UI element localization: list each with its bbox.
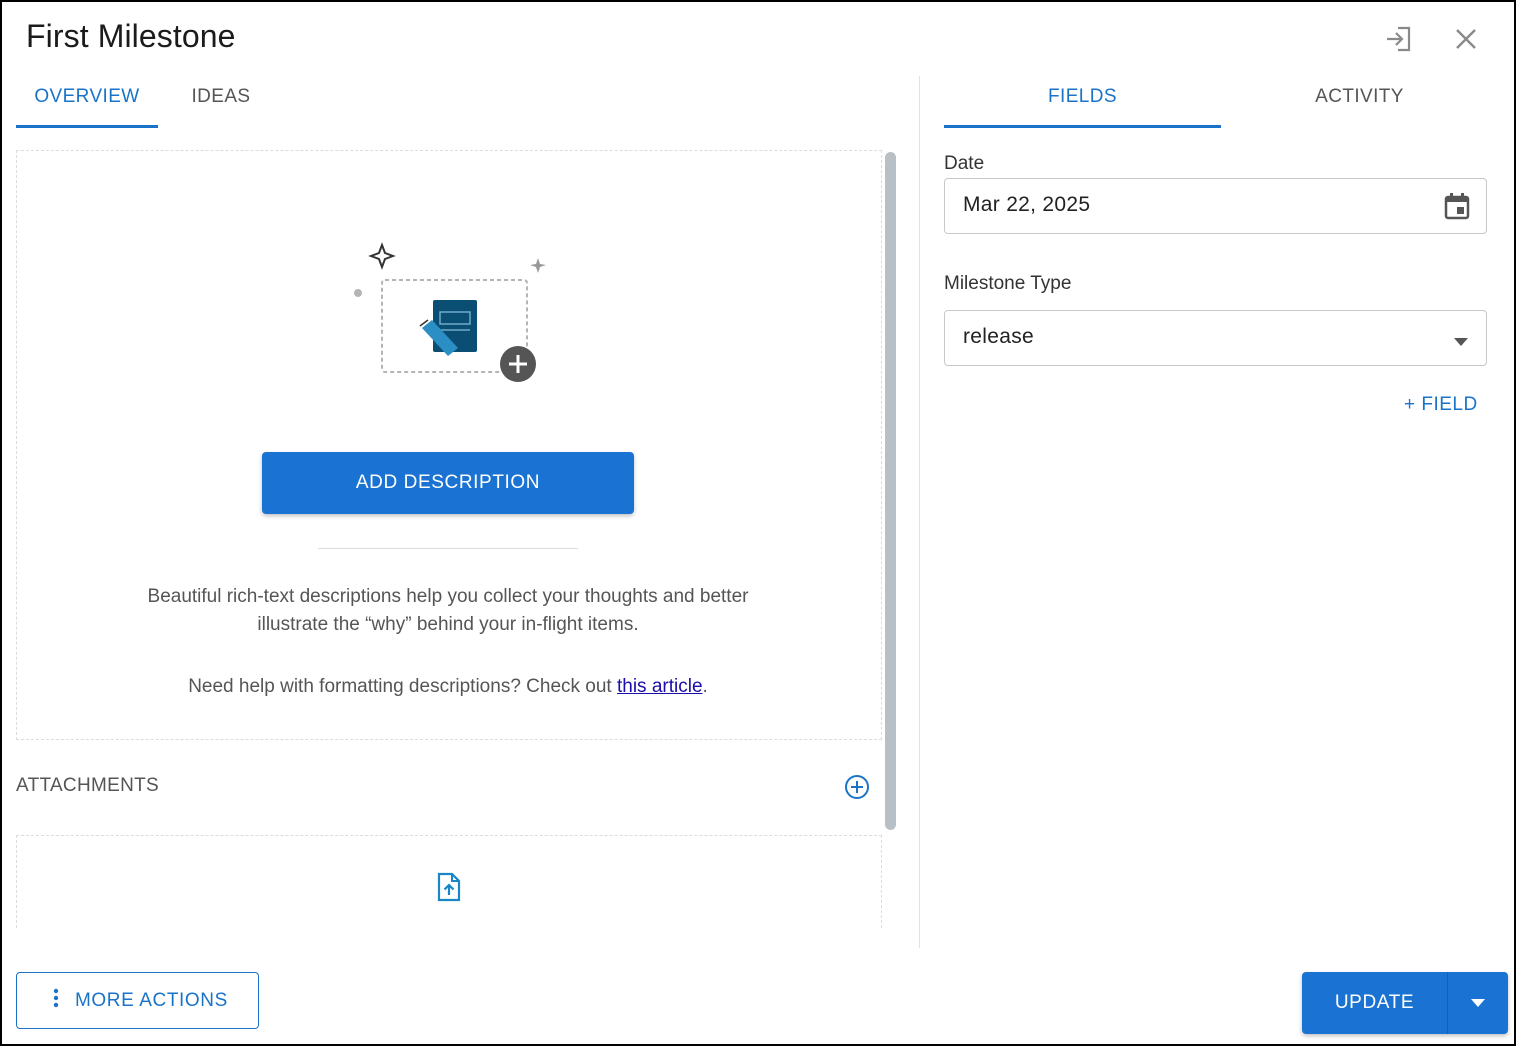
more-actions-label: MORE ACTIONS xyxy=(75,989,228,1011)
add-field-button[interactable]: + FIELD xyxy=(1404,394,1478,416)
date-label: Date xyxy=(944,153,985,174)
formatting-help: Need help with formatting descriptions? … xyxy=(188,676,708,697)
tab-overview[interactable]: OVERVIEW xyxy=(16,86,158,108)
attachments-heading: ATTACHMENTS xyxy=(16,775,159,796)
close-icon[interactable] xyxy=(1449,22,1483,56)
more-actions-button[interactable]: MORE ACTIONS xyxy=(16,972,259,1029)
date-value: Mar 22, 2025 xyxy=(963,193,1091,216)
tab-indicator-fields xyxy=(944,125,1221,128)
tab-activity[interactable]: ACTIVITY xyxy=(1221,86,1498,108)
update-menu-caret-icon[interactable] xyxy=(1448,972,1508,1034)
description-help-text: Beautiful rich-text descriptions help yo… xyxy=(147,586,749,635)
page-title: First Milestone xyxy=(26,18,236,54)
this-article-link[interactable]: this article xyxy=(617,676,703,697)
dropdown-arrow-icon xyxy=(1454,333,1468,351)
update-label[interactable]: UPDATE xyxy=(1302,972,1447,1034)
date-field[interactable]: Mar 22, 2025 xyxy=(944,178,1487,234)
calendar-icon[interactable] xyxy=(1444,192,1470,225)
description-panel xyxy=(16,150,882,740)
add-description-button[interactable]: ADD DESCRIPTION xyxy=(262,452,634,514)
milestone-type-select[interactable]: release xyxy=(944,310,1487,366)
panel-divider xyxy=(919,76,920,948)
add-attachment-icon[interactable] xyxy=(844,774,870,800)
scrollbar-thumb[interactable] xyxy=(885,152,896,830)
export-icon[interactable] xyxy=(1382,22,1416,56)
milestone-type-value: release xyxy=(963,325,1034,348)
divider xyxy=(318,548,578,549)
more-vert-icon xyxy=(53,988,59,1013)
file-upload-icon[interactable] xyxy=(436,872,462,902)
tab-ideas[interactable]: IDEAS xyxy=(180,86,262,108)
description-illustration xyxy=(350,240,550,390)
tab-indicator xyxy=(16,125,158,128)
tab-fields[interactable]: FIELDS xyxy=(944,86,1221,108)
update-button[interactable]: UPDATE xyxy=(1302,972,1508,1034)
milestone-type-label: Milestone Type xyxy=(944,273,1072,294)
